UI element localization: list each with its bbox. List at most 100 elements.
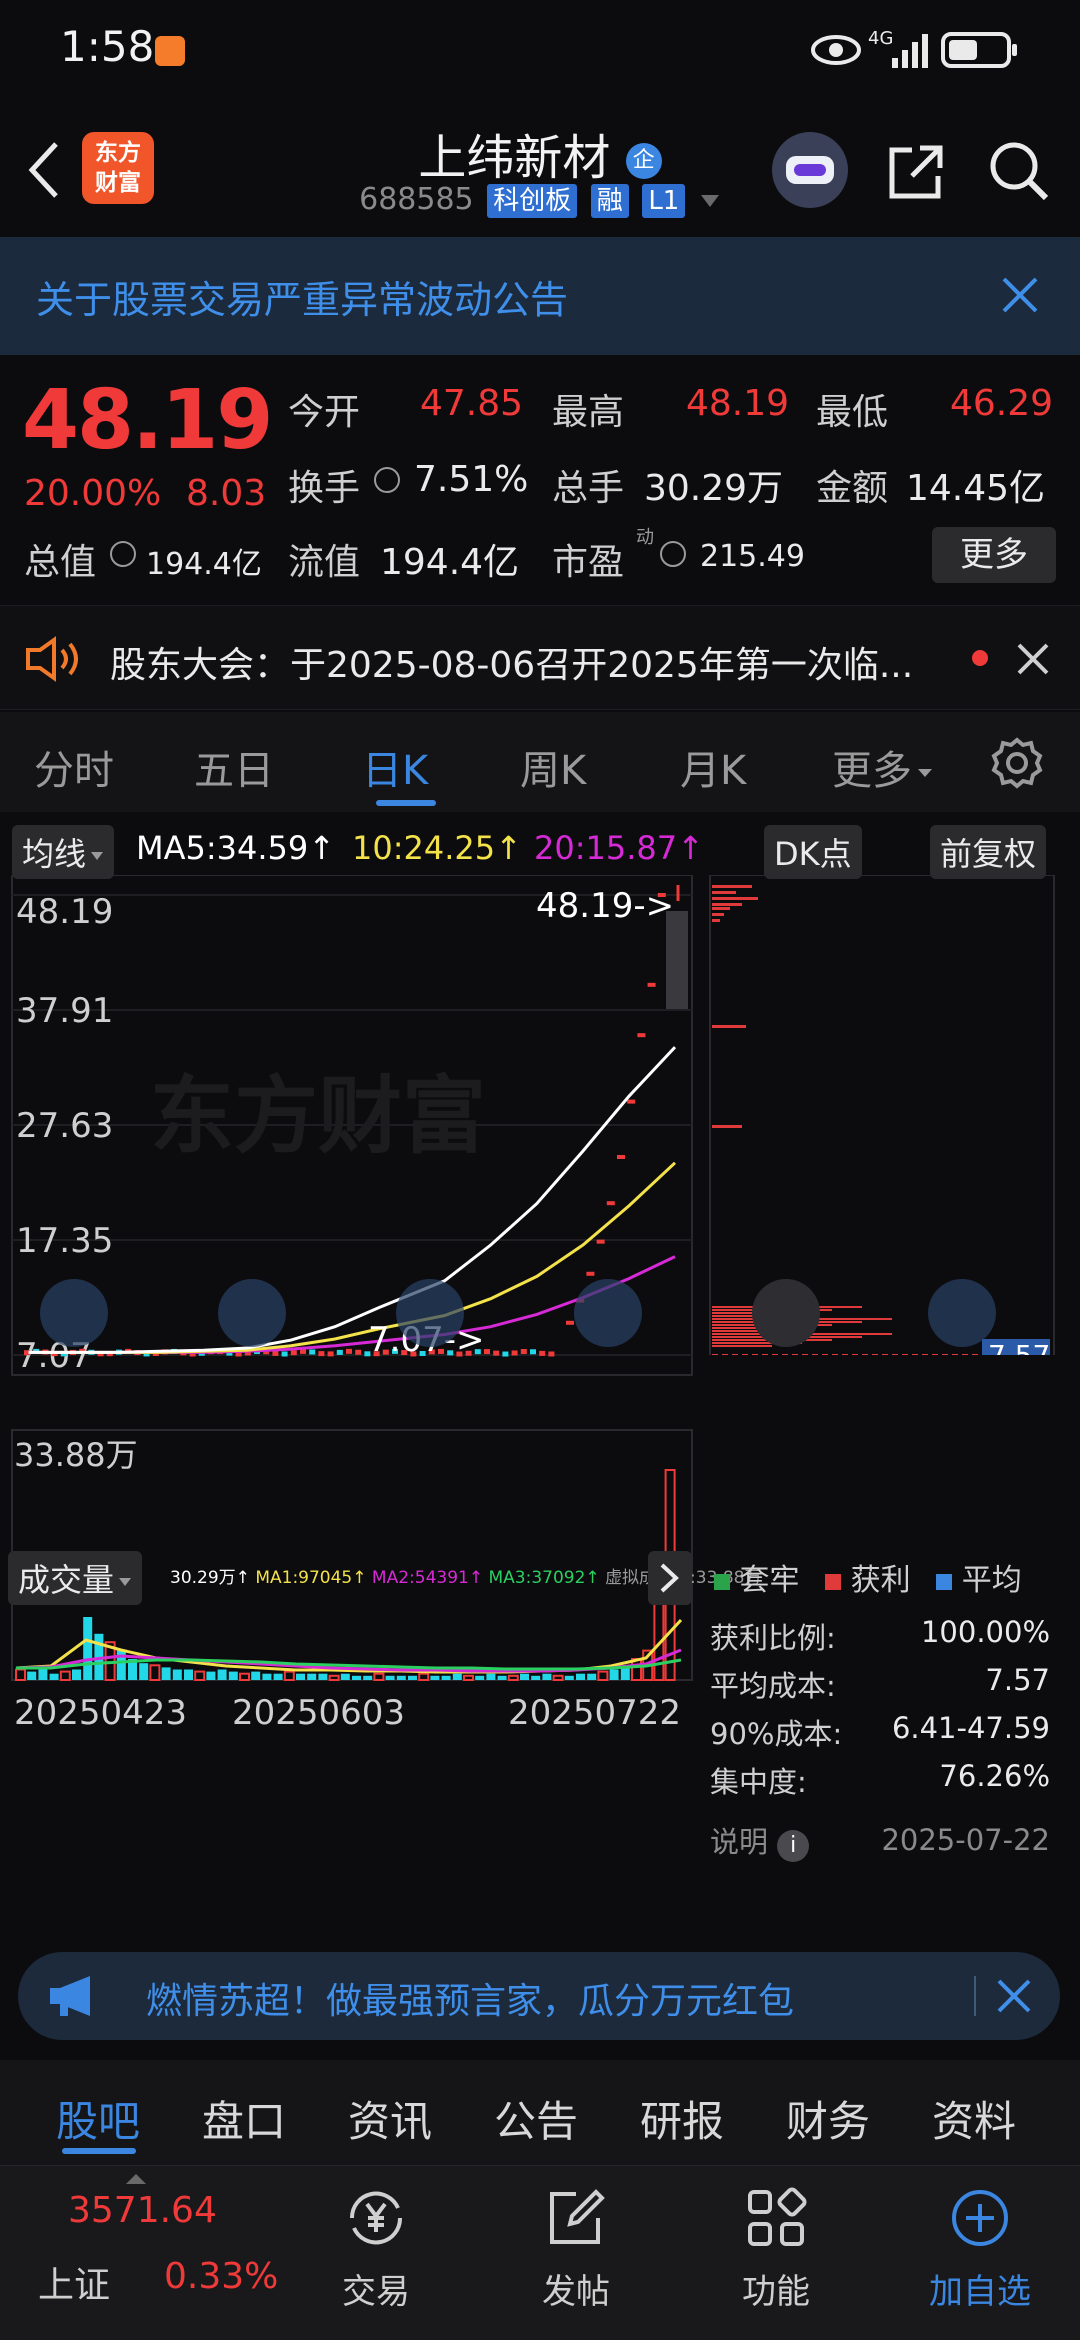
promo-banner[interactable]: 燃情苏超！做最强预言家，瓜分万元红包 (18, 1952, 1060, 2040)
bottom-navigation: 3571.64 上证 0.33% 交易 发帖 功能 加自选 (0, 2165, 1080, 2340)
volume-bar (564, 1675, 574, 1680)
battery-icon (941, 32, 1017, 68)
chip-bar (712, 919, 720, 922)
volume-bar (418, 1672, 430, 1682)
promo-text[interactable]: 燃情苏超！做最强预言家，瓜分万元红包 (146, 1972, 794, 2024)
chip-distribution-chart[interactable]: 7.57 (706, 875, 1080, 1355)
rewind-icon[interactable] (40, 1279, 108, 1347)
volume-bar (373, 1672, 385, 1682)
volume-selector[interactable]: 成交量 (8, 1551, 143, 1605)
meeting-text[interactable]: 股东大会：于2025-08-06召开2025年第一次临... (110, 636, 913, 688)
candle (272, 1350, 279, 1356)
chip-next-icon[interactable] (752, 1279, 820, 1347)
volume-bar (552, 1674, 564, 1681)
chip-bar (712, 1025, 746, 1028)
legend-average: 平均 (961, 1563, 1022, 1598)
gear-icon[interactable] (990, 736, 1044, 790)
tab-weekly-k[interactable]: 周K (520, 738, 586, 796)
close-icon[interactable] (1000, 275, 1040, 315)
tab-monthly-k[interactable]: 月K (680, 738, 746, 796)
volume-bar (441, 1675, 451, 1680)
nav-functions[interactable]: 功能 (696, 2166, 856, 2340)
announcement-text[interactable]: 关于股票交易严重异常波动公告 (36, 269, 568, 324)
close-icon[interactable] (1016, 642, 1050, 676)
last-price: 48.19 (22, 373, 273, 468)
info-dots-icon[interactable] (374, 467, 400, 493)
enterprise-badge: 企 (625, 143, 662, 179)
volume-bar (609, 1669, 619, 1680)
volume-bar (262, 1673, 272, 1680)
volume-bar (283, 1670, 295, 1681)
amount-value: 14.45亿 (906, 468, 1046, 509)
volume-bar (475, 1675, 485, 1680)
tab-research[interactable]: 研报 (640, 2088, 724, 2149)
minus-icon[interactable] (218, 1279, 286, 1347)
tab-more[interactable]: 更多 (832, 738, 934, 796)
legend-swatch-average (936, 1574, 953, 1590)
volume-bar (430, 1675, 440, 1680)
ma-selector-label: 均线 (22, 835, 87, 873)
nav-post-label: 发帖 (542, 2272, 610, 2312)
avg-cost-badge-label: 7.57 (988, 1339, 1050, 1355)
more-button[interactable]: 更多 (932, 527, 1056, 583)
status-time: 1:58 (60, 22, 155, 71)
index-ticker[interactable]: 3571.64 上证 0.33% (0, 2166, 290, 2340)
close-icon[interactable] (996, 1978, 1032, 2014)
tab-order-book[interactable]: 盘口 (202, 2088, 286, 2149)
float-cap-label: 流值 (288, 542, 361, 583)
open-value: 47.85 (420, 383, 524, 424)
chip-bar (712, 897, 758, 900)
candle (596, 1239, 605, 1244)
chip-help[interactable]: 说明 i (710, 1819, 810, 1862)
add-circle-icon (952, 2190, 1008, 2246)
candle (336, 1349, 343, 1355)
announcement-bar[interactable]: 关于股票交易严重异常波动公告 (0, 237, 1080, 355)
candle (493, 1350, 500, 1356)
signal-icon (892, 34, 928, 68)
open-label: 今开 (288, 392, 361, 433)
tab-financials[interactable]: 财务 (786, 2088, 870, 2149)
volume-bar (15, 1668, 26, 1681)
nav-trade-label: 交易 (342, 2272, 410, 2312)
price-adjust-button[interactable]: 前复权 (930, 825, 1047, 879)
tab-profile[interactable]: 资料 (932, 2088, 1016, 2149)
info-dots-icon[interactable] (660, 541, 686, 567)
candle (327, 1351, 334, 1357)
candle (281, 1351, 288, 1357)
tab-five-day[interactable]: 五日 (194, 738, 274, 796)
tab-announcements[interactable]: 公告 (494, 2088, 578, 2149)
nav-post[interactable]: 发帖 (496, 2166, 656, 2340)
share-icon[interactable] (884, 140, 948, 204)
dk-point-button[interactable]: DK点 (764, 825, 862, 879)
volume-bar (463, 1674, 474, 1681)
tag-margin: 融 (590, 183, 629, 218)
nav-trade[interactable]: 交易 (296, 2166, 456, 2340)
chip-bar (712, 907, 730, 910)
volume-bar (587, 1673, 597, 1680)
y-tick-label: 48.19 (16, 892, 113, 932)
ma-selector[interactable]: 均线 (12, 825, 115, 879)
tab-forum[interactable]: 股吧 (56, 2088, 140, 2149)
forward-icon[interactable] (574, 1279, 642, 1347)
candle (355, 1349, 362, 1355)
expand-icon[interactable] (928, 1279, 996, 1347)
robot-assistant-icon[interactable] (772, 132, 848, 208)
info-dots-icon[interactable] (110, 541, 136, 567)
plus-icon[interactable] (396, 1279, 464, 1347)
shareholder-meeting-bar[interactable]: 股东大会：于2025-08-06召开2025年第一次临... (0, 605, 1080, 710)
volume-bar (59, 1670, 71, 1681)
tab-news[interactable]: 资讯 (348, 2088, 432, 2149)
nav-add-watchlist[interactable]: 加自选 (900, 2166, 1060, 2340)
profit-ratio-label: 获利比例: (710, 1621, 836, 1655)
unread-dot (972, 650, 988, 666)
tab-intraday[interactable]: 分时 (34, 738, 114, 796)
volume-label: 总手 (552, 468, 625, 509)
candle (647, 982, 656, 987)
search-icon[interactable] (986, 138, 1052, 204)
tab-daily-k[interactable]: 日K (362, 738, 428, 796)
kline-chart[interactable]: 48.1937.9127.6317.357.07东方财富48.19->7.07-… (0, 875, 700, 1855)
candle (290, 1350, 297, 1356)
candle (511, 1350, 518, 1356)
y-tick-label: 37.91 (16, 991, 113, 1031)
expand-panel-button[interactable] (648, 1551, 692, 1605)
